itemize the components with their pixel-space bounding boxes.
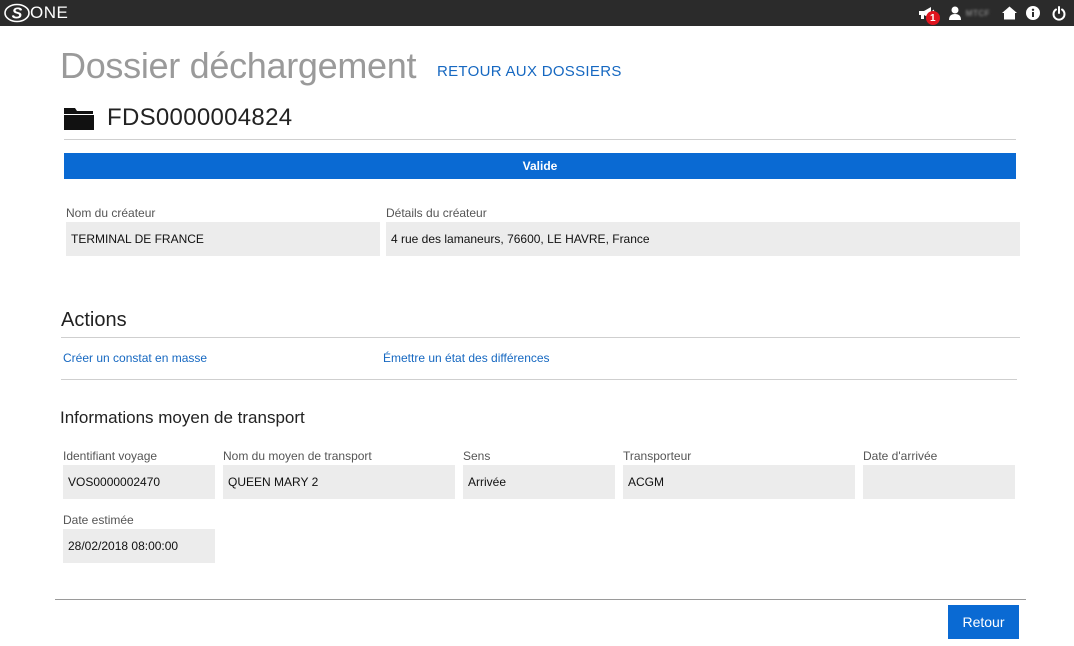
power-icon [1052,5,1066,21]
divider [64,139,1016,140]
home-icon [1001,6,1017,20]
dossier-id: FDS0000004824 [107,104,293,131]
user-icon [948,6,961,20]
user-menu[interactable]: MTCF [948,6,990,20]
voyage-id-label: Identifiant voyage [63,449,158,463]
folder-icon [64,108,94,130]
back-to-dossiers-link[interactable]: RETOUR AUX DOSSIERS [437,63,622,80]
top-navigation-bar: S ONE 1 MTCF [0,0,1074,26]
topbar-actions: 1 MTCF [913,0,1068,26]
divider [61,379,1017,380]
creator-details-value: 4 rue des lamaneurs, 76600, LE HAVRE, Fr… [386,222,1020,256]
notification-badge: 1 [925,11,940,25]
notifications-button[interactable]: 1 [913,0,941,26]
info-button[interactable] [1024,6,1042,20]
issue-differences-report-link[interactable]: Émettre un état des différences [383,351,550,365]
svg-text:S: S [12,6,23,23]
dossier-header: FDS0000004824 [64,103,292,133]
footer-divider [55,599,1026,600]
info-icon [1026,6,1040,20]
estimated-date-value: 28/02/2018 08:00:00 [63,529,215,563]
actions-title: Actions [61,309,127,331]
creator-name-value: TERMINAL DE FRANCE [66,222,380,256]
retour-button[interactable]: Retour [948,605,1019,639]
status-banner: Valide [64,153,1016,179]
direction-value: Arrivée [463,465,615,499]
home-button[interactable] [1000,6,1018,20]
voyage-id-value: VOS0000002470 [63,465,215,499]
arrival-date-label: Date d'arrivée [863,449,938,463]
user-name: MTCF [965,8,990,18]
transport-name-label: Nom du moyen de transport [223,449,372,463]
arrival-date-value [863,465,1015,499]
direction-label: Sens [463,449,491,463]
estimated-date-label: Date estimée [63,513,134,527]
divider [61,337,1020,338]
carrier-label: Transporteur [623,449,692,463]
app-logo[interactable]: S ONE [4,2,68,24]
logout-button[interactable] [1050,5,1068,21]
creator-details-label: Détails du créateur [386,206,487,220]
s-logo-icon: S [4,3,30,23]
create-bulk-report-link[interactable]: Créer un constat en masse [63,351,207,365]
page-title: Dossier déchargement [60,45,417,86]
transport-name-value: QUEEN MARY 2 [223,465,455,499]
carrier-value: ACGM [623,465,855,499]
transport-info-title: Informations moyen de transport [60,408,305,427]
creator-name-label: Nom du créateur [66,206,156,220]
logo-text: ONE [30,3,69,22]
